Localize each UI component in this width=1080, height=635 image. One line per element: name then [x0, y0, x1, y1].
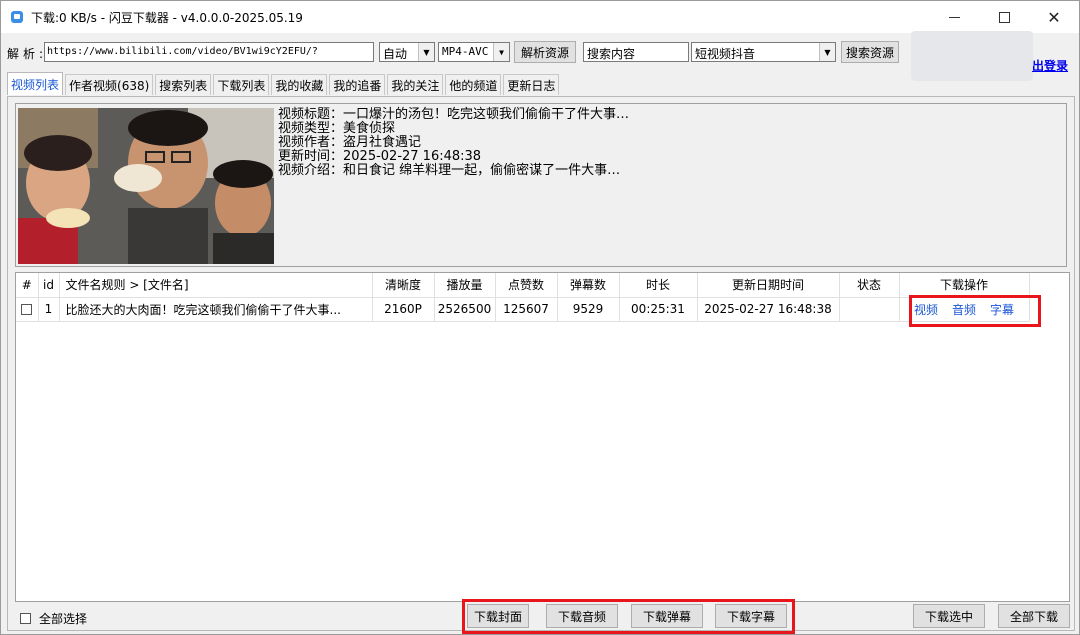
video-updated-line: 更新时间：2025-02-27 16:48:38 — [278, 149, 482, 164]
col-header-updated[interactable]: 更新日期时间 — [697, 273, 840, 298]
download-selected-button[interactable]: 下载选中 — [913, 604, 985, 628]
download-danmaku-button[interactable]: 下载弹幕 — [631, 604, 703, 628]
title-bar: 下载:0 KB/s - 闪豆下载器 - v4.0.0.0-2025.05.19 … — [1, 1, 1079, 33]
video-author-line: 视频作者：盗月社食遇记 — [278, 135, 422, 150]
format-select[interactable]: MP4-AVC ▼ — [438, 42, 510, 62]
table-header-row: # id 文件名规则 > [文件名] 清晰度 播放量 点赞数 弹幕数 时长 更新… — [16, 273, 1030, 298]
thumbnail-image — [18, 108, 274, 264]
video-thumbnail — [18, 108, 274, 264]
download-video-link[interactable]: 视频 — [914, 303, 938, 317]
download-subtitle-button[interactable]: 下载字幕 — [715, 604, 787, 628]
url-input[interactable]: https://www.bilibili.com/video/BV1wi9cY2… — [44, 42, 374, 62]
row-checkbox-cell[interactable] — [16, 297, 39, 322]
dropdown-arrow-icon: ▼ — [493, 43, 509, 61]
row-resolution: 2160P — [372, 297, 435, 322]
tab-bar: 视频列表 作者视频(638) 搜索列表 下载列表 我的收藏 我的追番 我的关注 … — [7, 72, 561, 96]
table-row[interactable]: 1 比脸还大的大肉面！吃完这顿我们偷偷干了件大事... 2160P 252650… — [16, 297, 1030, 322]
tab-search-list[interactable]: 搜索列表 — [155, 74, 212, 95]
col-header-filename[interactable]: 文件名规则 > [文件名] — [59, 273, 373, 298]
platform-select[interactable]: 短视频抖音 ▼ — [691, 42, 836, 62]
close-button[interactable]: ✕ — [1029, 1, 1079, 33]
window-title: 下载:0 KB/s - 闪豆下载器 - v4.0.0.0-2025.05.19 — [31, 10, 303, 25]
search-input[interactable]: 搜索内容 — [583, 42, 689, 62]
tab-author-videos[interactable]: 作者视频(638) — [65, 74, 154, 95]
logout-link[interactable]: 出登录 — [1032, 57, 1068, 74]
dropdown-arrow-icon: ▼ — [819, 43, 835, 61]
video-table-area: # id 文件名规则 > [文件名] 清晰度 播放量 点赞数 弹幕数 时长 更新… — [15, 272, 1070, 602]
parse-resource-button[interactable]: 解析资源 — [514, 41, 576, 63]
video-intro-line: 视频介绍：和日食记 绵羊料理一起，偷偷密谋了一件大事… — [278, 163, 621, 178]
row-likes: 125607 — [495, 297, 558, 322]
col-header-index[interactable]: # — [16, 273, 39, 298]
video-table: # id 文件名规则 > [文件名] 清晰度 播放量 点赞数 弹幕数 时长 更新… — [16, 273, 1030, 322]
tab-their-channel[interactable]: 他的频道 — [445, 74, 502, 95]
row-status — [839, 297, 900, 322]
parse-label: 解析: — [7, 47, 48, 61]
select-all-control[interactable]: 全部选择 — [20, 610, 87, 627]
dropdown-arrow-icon: ▼ — [418, 43, 434, 61]
close-icon: ✕ — [1047, 7, 1061, 27]
app-window: 下载:0 KB/s - 闪豆下载器 - v4.0.0.0-2025.05.19 … — [0, 0, 1080, 635]
download-cover-button[interactable]: 下载封面 — [467, 604, 529, 628]
row-actions: 视频 音频 字幕 — [899, 297, 1030, 322]
col-header-views[interactable]: 播放量 — [434, 273, 496, 298]
row-danmaku: 9529 — [557, 297, 620, 322]
minimize-icon — [948, 16, 960, 18]
format-select-value: MP4-AVC — [442, 45, 489, 58]
platform-select-value: 短视频抖音 — [695, 47, 756, 61]
download-subtitle-link[interactable]: 字幕 — [990, 303, 1014, 317]
video-list-panel: 视频标题：一口爆汁的汤包！吃完这顿我们偷偷干了件大事… 视频类型：美食侦探 视频… — [7, 96, 1075, 634]
search-resource-button[interactable]: 搜索资源 — [841, 41, 899, 63]
row-filename: 比脸还大的大肉面！吃完这顿我们偷偷干了件大事... — [59, 297, 373, 322]
quality-select-value: 自动 — [383, 47, 408, 61]
tab-download-list[interactable]: 下载列表 — [213, 74, 270, 95]
maximize-icon — [998, 11, 1010, 23]
avatar[interactable] — [911, 31, 1033, 81]
col-header-resolution[interactable]: 清晰度 — [372, 273, 435, 298]
app-logo-icon — [11, 11, 23, 23]
download-all-button[interactable]: 全部下载 — [998, 604, 1070, 628]
tab-my-bangumi[interactable]: 我的追番 — [329, 74, 386, 95]
tab-changelog[interactable]: 更新日志 — [503, 74, 560, 95]
col-header-status[interactable]: 状态 — [839, 273, 900, 298]
download-audio-link[interactable]: 音频 — [952, 303, 976, 317]
maximize-button[interactable] — [979, 1, 1029, 33]
tab-my-follows[interactable]: 我的关注 — [387, 74, 444, 95]
tab-video-list[interactable]: 视频列表 — [7, 72, 64, 95]
row-checkbox[interactable] — [21, 304, 33, 315]
col-header-danmaku[interactable]: 弹幕数 — [557, 273, 620, 298]
video-info-box: 视频标题：一口爆汁的汤包！吃完这顿我们偷偷干了件大事… 视频类型：美食侦探 视频… — [15, 103, 1067, 267]
video-type-line: 视频类型：美食侦探 — [278, 121, 396, 136]
video-details: 视频标题：一口爆汁的汤包！吃完这顿我们偷偷干了件大事… 视频类型：美食侦探 视频… — [278, 108, 629, 178]
col-header-actions[interactable]: 下载操作 — [899, 273, 1030, 298]
row-updated: 2025-02-27 16:48:38 — [697, 297, 840, 322]
col-header-duration[interactable]: 时长 — [619, 273, 698, 298]
select-all-checkbox[interactable] — [20, 613, 31, 624]
col-header-likes[interactable]: 点赞数 — [495, 273, 558, 298]
col-header-id[interactable]: id — [38, 273, 60, 298]
quality-select[interactable]: 自动 ▼ — [379, 42, 435, 62]
row-duration: 00:25:31 — [619, 297, 698, 322]
row-views: 2526500 — [434, 297, 496, 322]
video-title-line: 视频标题：一口爆汁的汤包！吃完这顿我们偷偷干了件大事… — [278, 107, 630, 122]
tab-my-favorites[interactable]: 我的收藏 — [271, 74, 328, 95]
row-id: 1 — [38, 297, 60, 322]
select-all-label: 全部选择 — [39, 612, 88, 626]
minimize-button[interactable] — [929, 1, 979, 33]
download-audio-button[interactable]: 下载音频 — [546, 604, 618, 628]
